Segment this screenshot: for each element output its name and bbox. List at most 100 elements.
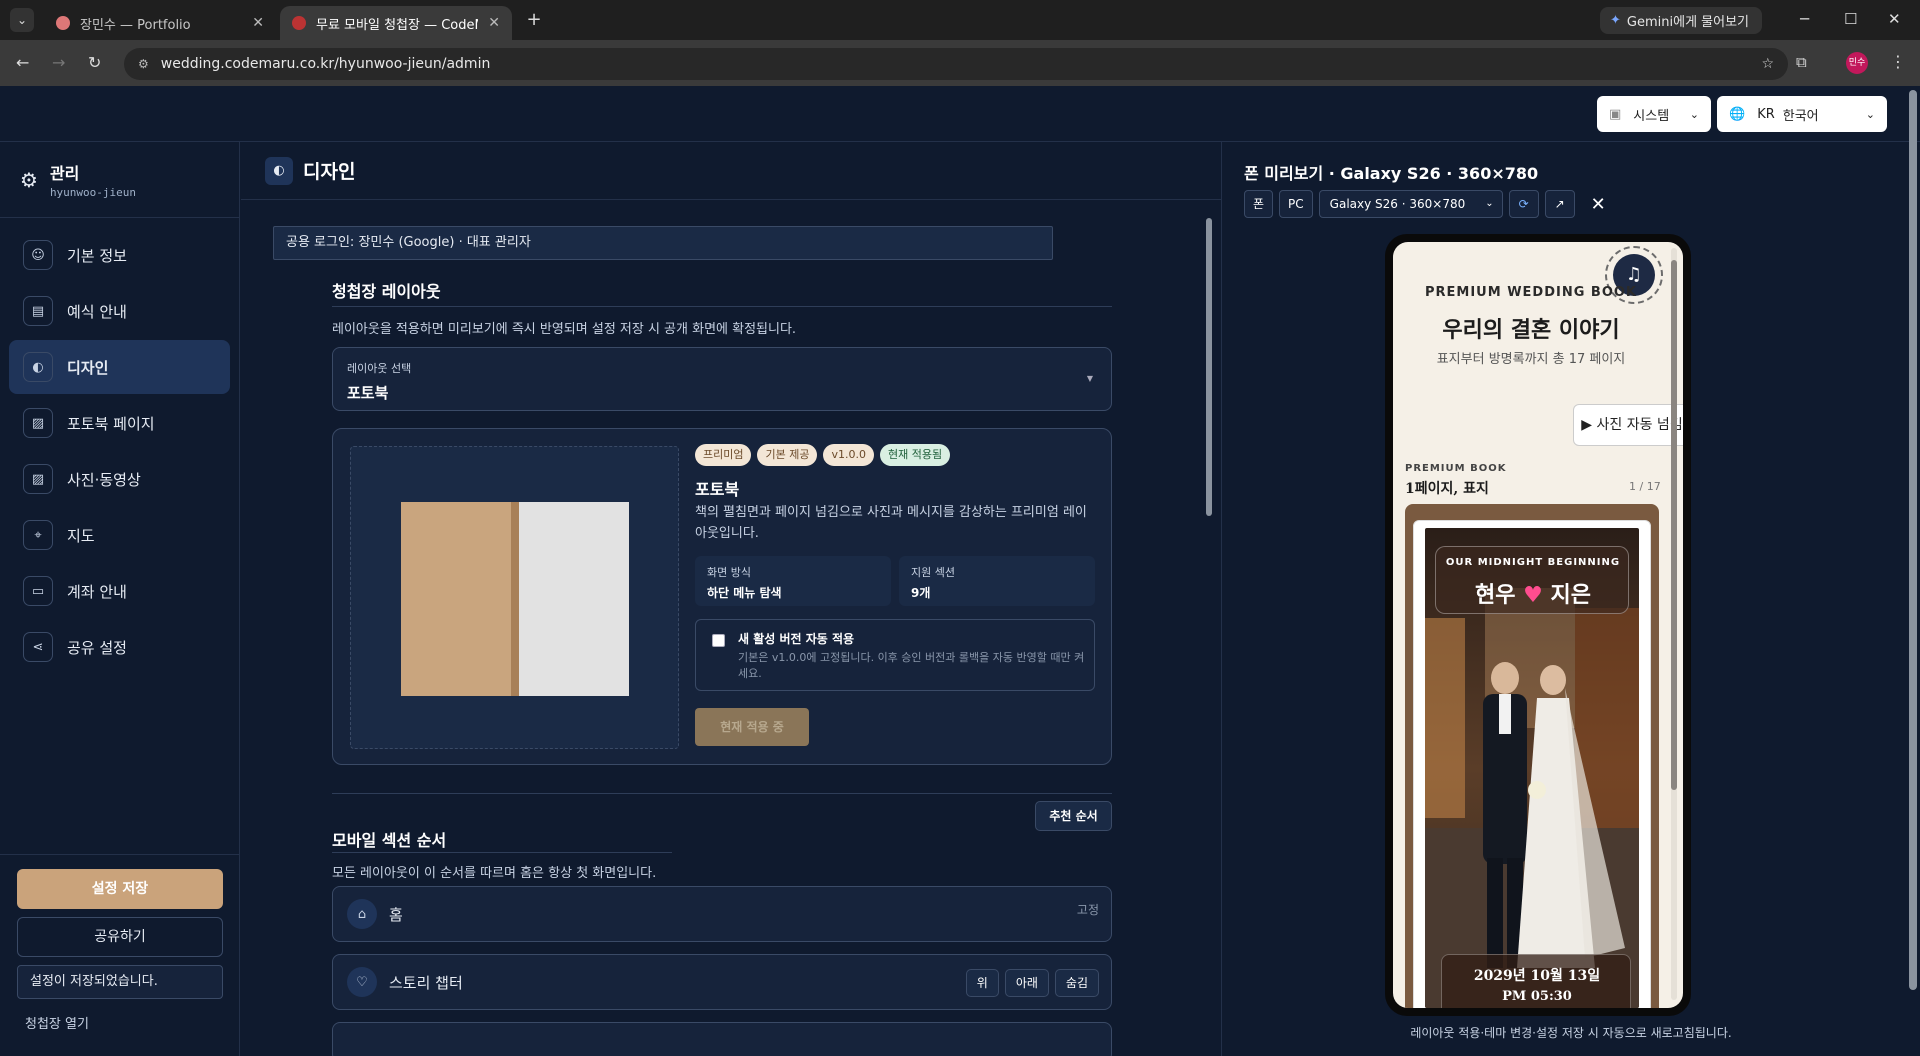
phone-title: 우리의 결혼 이야기 [1442,318,1620,343]
layout-thumbnail [350,446,679,749]
location-pin-icon: ⌖ [23,520,53,550]
image-icon: ▨ [23,464,53,494]
save-settings-button[interactable]: 설정 저장 [17,869,223,909]
tab-title: 무료 모바일 청첩장 — CodeMaru [316,17,478,33]
open-external-icon[interactable]: ↗ [1544,190,1575,218]
tab-search-chevron-icon[interactable]: ⌄ [10,8,34,32]
auto-apply-checkbox[interactable] [712,634,725,647]
share-icon: ⋖ [23,632,53,662]
phone-screen[interactable]: ♫ PREMIUM WEDDING BOOK 우리의 결혼 이야기 표지부터 방… [1393,242,1683,1008]
auto-apply-desc: 기본은 v1.0.0에 고정됩니다. 이후 승인 버전과 롤백을 자동 반영할 … [738,651,1085,680]
book-spine [511,502,519,696]
language-select[interactable]: 🌐 KR 한국어 ⌄ [1717,96,1887,132]
reload-icon[interactable]: ↻ [88,53,101,72]
sidebar-item-share[interactable]: ⋖ 공유 설정 [9,620,230,674]
share-button[interactable]: 공유하기 [17,917,223,957]
auto-apply-option: 새 활성 버전 자동 적용 기본은 v1.0.0에 고정됩니다. 이후 승인 버… [695,619,1095,691]
page-counter: 1 / 17 [1629,480,1661,493]
gear-icon: ⚙ [20,167,38,192]
person-icon: ☺ [23,240,53,270]
back-icon[interactable]: ← [16,53,29,72]
section-divider [332,793,1112,794]
new-tab-icon[interactable]: + [522,8,546,32]
page-scrollbar[interactable] [1906,86,1920,1056]
minimize-icon[interactable]: ─ [1800,10,1809,28]
layout-card-title: 포토북 [695,480,740,499]
scrollbar-thumb[interactable] [1206,218,1212,516]
chevron-down-icon: ⌄ [1689,107,1699,121]
close-tab-icon[interactable]: ✕ [252,15,264,31]
sidebar-item-basic-info[interactable]: ☺ 기본 정보 [9,228,230,282]
lang-label: 한국어 [1782,108,1819,124]
sidebar-nav: ☺ 기본 정보 ▤ 예식 안내 ◐ 디자인 ▨ 포토북 페이지 ▨ 사진·동영상… [0,218,239,686]
sidebar-item-design[interactable]: ◐ 디자인 [9,340,230,394]
badge-premium: 프리미엄 [695,444,752,466]
sidebar-slug: hyunwoo-jieun [49,186,137,199]
autoplay-button[interactable]: ▶ 사진 자동 넘김 [1573,404,1683,446]
maximize-icon[interactable]: ☐ [1844,10,1857,28]
browser-tab-portfolio[interactable]: 장민수 — Portfolio ✕ [44,6,276,40]
close-tab-icon[interactable]: ✕ [488,15,500,31]
sidebar-item-ceremony[interactable]: ▤ 예식 안내 [9,284,230,338]
theme-select[interactable]: ▣ 시스템 ⌄ [1597,96,1711,132]
sidebar-item-map[interactable]: ⌖ 지도 [9,508,230,562]
url-text: wedding.codemaru.co.kr/hyunwoo-jieun/adm… [160,56,491,72]
favicon-icon [292,16,306,30]
phone-mode-button[interactable]: 폰 [1244,190,1274,218]
profile-avatar[interactable]: 민수 [1846,52,1868,74]
badge-applied: 현재 적용됨 [879,444,951,466]
wedding-date: 2029년 10월 13일 [1473,968,1601,984]
wedding-time: PM 05:30 [1502,989,1572,1004]
main-scrollbar[interactable] [1203,204,1215,1056]
wedding-photo: OUR MIDNIGHT BEGINNING 현우 ♥ 지은 2029년 10월… [1425,528,1639,1008]
hide-button[interactable]: 숨김 [1054,969,1099,997]
bride-name: 지은 [1550,583,1592,608]
groom-name: 현우 [1474,583,1516,608]
sidebar-item-account[interactable]: ▭ 계좌 안내 [9,564,230,618]
section-row-story: ♡ 스토리 챕터 위 아래 숨김 [332,954,1112,1010]
cover-title-badge: OUR MIDNIGHT BEGINNING 현우 ♥ 지은 [1435,546,1629,614]
forward-icon[interactable]: → [52,53,65,72]
layout-select[interactable]: 레이아웃 선택 포토북 ▼ [332,347,1112,411]
sidebar-item-media[interactable]: ▨ 사진·동영상 [9,452,230,506]
open-invitation-link[interactable]: 청첩장 열기 [17,1013,223,1032]
site-info-icon[interactable]: ⚙ [138,57,149,71]
palette-icon: ◐ [265,156,293,185]
phone-scrollbar[interactable] [1669,248,1679,1000]
pc-mode-button[interactable]: PC [1279,190,1313,218]
url-bar[interactable]: ⚙ wedding.codemaru.co.kr/hyunwoo-jieun/a… [124,48,1788,80]
bookmark-star-icon[interactable]: ☆ [1761,56,1774,72]
recommend-order-button[interactable]: 추천 순서 [1035,801,1112,831]
layout-select-value: 포토북 [347,384,389,402]
refresh-preview-icon[interactable]: ⟳ [1508,190,1539,218]
phone-scrollbar-thumb[interactable] [1671,260,1677,790]
auto-apply-title: 새 활성 버전 자동 적용 [738,632,855,646]
close-window-icon[interactable]: ✕ [1888,10,1901,28]
browser-menu-icon[interactable]: ⋮ [1890,52,1906,71]
info-sections: 지원 섹션 9개 [899,556,1095,606]
heart-icon: ♡ [347,967,377,997]
sidebar-header: ⚙ 관리 hyunwoo-jieun [0,142,239,218]
page-scrollbar-thumb[interactable] [1909,90,1917,990]
layout-badges: 프리미엄 기본 제공 v1.0.0 현재 적용됨 [695,444,951,466]
apply-layout-button[interactable]: 현재 적용 중 [695,708,809,746]
gemini-button[interactable]: ✦ Gemini에게 물어보기 [1600,7,1762,34]
badge-version: v1.0.0 [823,444,874,466]
sidebar-item-label: 공유 설정 [67,638,127,657]
section-row-home: ⌂ 홈 고정 [332,886,1112,942]
image-icon: ▨ [23,408,53,438]
favicon-icon [56,16,70,30]
browser-tab-codemaru[interactable]: 무료 모바일 청첩장 — CodeMaru ✕ [280,6,512,40]
monitor-icon: ▣ [1609,106,1622,122]
move-down-button[interactable]: 아래 [1004,969,1049,997]
close-preview-icon[interactable]: ✕ [1591,194,1606,215]
heart-icon: ♥ [1523,583,1543,608]
move-up-button[interactable]: 위 [965,969,999,997]
sidebar-item-photobook[interactable]: ▨ 포토북 페이지 [9,396,230,450]
chevron-down-icon: ⌄ [1865,107,1875,121]
extensions-icon[interactable]: ⧉ [1796,53,1807,71]
layout-section-desc: 레이아웃을 적용하면 미리보기에 즉시 반영되며 설정 저장 시 공개 화면에 … [332,322,797,337]
info-display-mode: 화면 방식 하단 메뉴 탐색 [695,556,891,606]
sidebar-item-label: 기본 정보 [67,246,127,265]
device-select[interactable]: Galaxy S26 · 360×780 ⌄ [1318,190,1503,218]
